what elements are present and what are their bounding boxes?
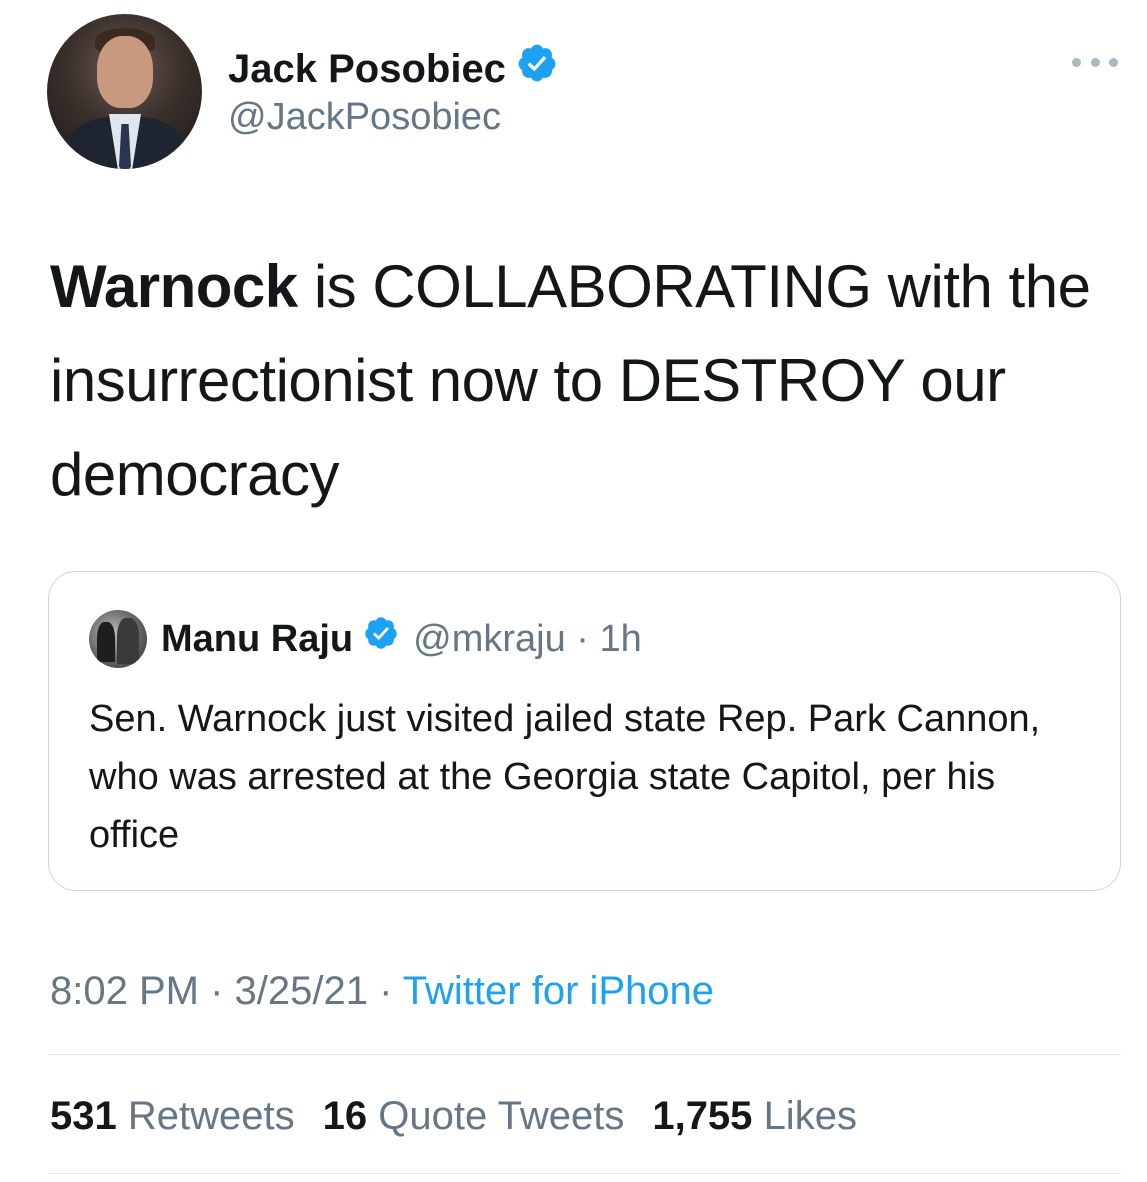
- quoted-author-handle: @mkraju: [413, 618, 566, 660]
- quote-tweets-stat[interactable]: 16 Quote Tweets: [323, 1090, 625, 1142]
- likes-label: Likes: [763, 1094, 857, 1138]
- retweets-count: 531: [50, 1094, 117, 1138]
- tweet-timestamp[interactable]: 8:02 PM · 3/25/21 ·: [50, 969, 403, 1013]
- divider: [48, 1054, 1121, 1055]
- more-options-icon[interactable]: [1072, 54, 1118, 70]
- tweet-metadata: 8:02 PM · 3/25/21 · Twitter for iPhone: [50, 965, 714, 1017]
- quoted-tweet-text: Sen. Warnock just visited jailed state R…: [89, 698, 1041, 856]
- quoted-tweet-card[interactable]: Manu Raju @mkraju · 1h Sen. Warnock just…: [48, 571, 1121, 891]
- likes-count: 1,755: [652, 1094, 753, 1138]
- avatar-face: [97, 36, 153, 108]
- author-display-name[interactable]: Jack Posobiec: [228, 42, 558, 95]
- retweets-stat[interactable]: 531 Retweets: [50, 1090, 295, 1142]
- tweet-stats: 531 Retweets 16 Quote Tweets 1,755 Likes: [50, 1090, 885, 1142]
- retweets-label: Retweets: [127, 1094, 295, 1138]
- quoted-author-name: Manu Raju: [161, 618, 354, 660]
- author-name-text[interactable]: Jack Posobiec: [228, 45, 506, 93]
- quoted-tweet-header: Manu Raju @mkraju · 1h: [161, 614, 642, 664]
- more-dot: [1072, 57, 1081, 67]
- likes-stat[interactable]: 1,755 Likes: [652, 1090, 857, 1142]
- tweet-text-bold: Warnock: [50, 253, 298, 320]
- author-avatar[interactable]: [47, 14, 202, 169]
- quoted-author-avatar: [89, 610, 147, 668]
- tweet-text: Warnock is COLLABORATING with the insurr…: [50, 240, 1110, 522]
- avatar-figure: [97, 622, 115, 662]
- avatar-figure: [117, 618, 139, 664]
- verified-badge-icon: [363, 614, 399, 664]
- divider: [48, 1173, 1121, 1174]
- quoted-separator: ·: [565, 618, 600, 660]
- verified-badge-icon: [516, 42, 558, 95]
- more-dot: [1090, 57, 1100, 67]
- tweet-source-link[interactable]: Twitter for iPhone: [403, 969, 714, 1013]
- quote-tweets-count: 16: [322, 1094, 368, 1138]
- more-dot: [1109, 57, 1118, 67]
- author-handle[interactable]: @JackPosobiec: [228, 94, 501, 140]
- quote-tweets-label: Quote Tweets: [378, 1094, 625, 1138]
- quoted-timestamp: 1h: [599, 618, 642, 660]
